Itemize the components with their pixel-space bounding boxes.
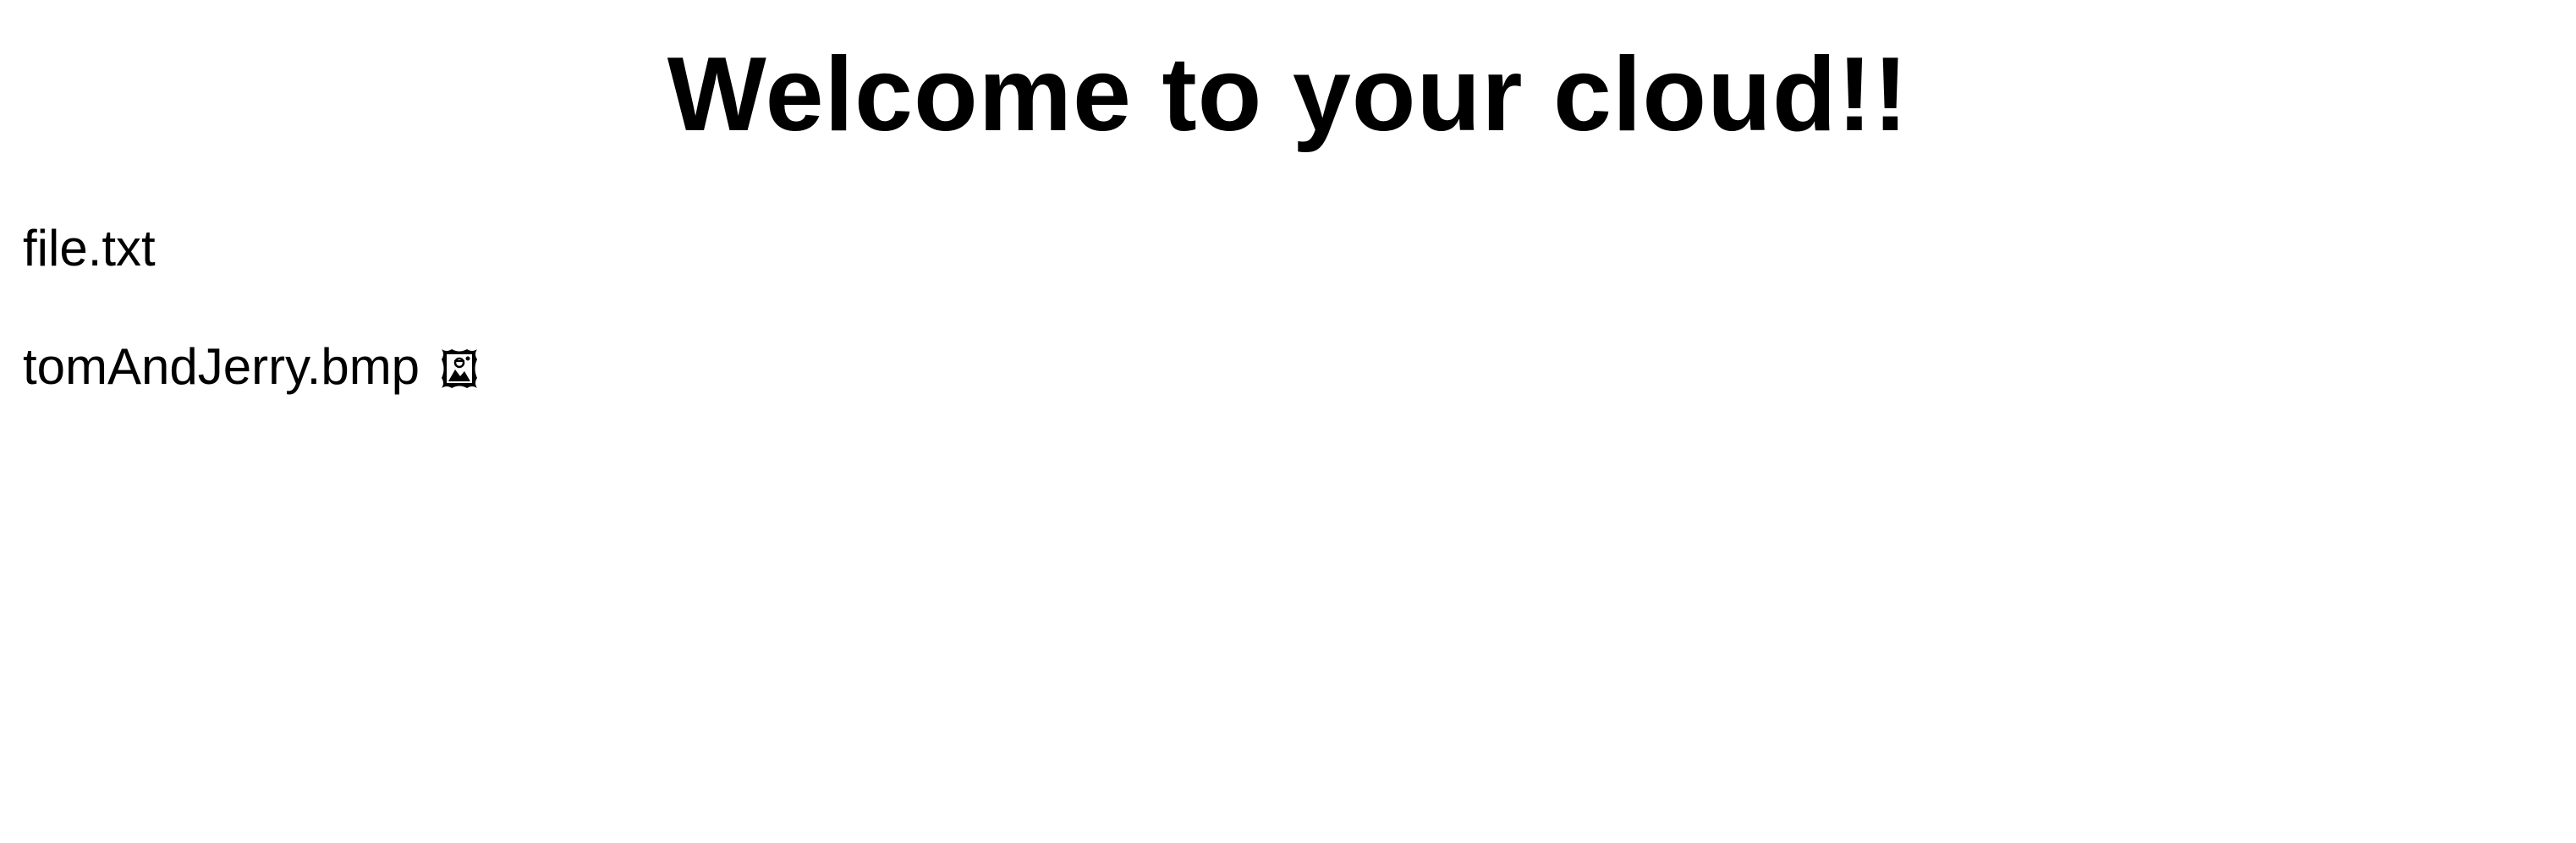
file-item-file-txt[interactable]: file.txt (23, 215, 481, 282)
file-name[interactable]: tomAndJerry.bmp (23, 333, 420, 401)
framed-picture-icon (438, 346, 481, 391)
page-title: Welcome to your cloud!! (667, 36, 1909, 153)
file-list: file.txt tomAndJerry.bmp (23, 215, 481, 452)
file-item-tomandjerry-bmp[interactable]: tomAndJerry.bmp (23, 333, 481, 401)
file-name[interactable]: file.txt (23, 215, 156, 282)
cloud-page: Welcome to your cloud!! file.txt tomAndJ… (0, 0, 2576, 843)
